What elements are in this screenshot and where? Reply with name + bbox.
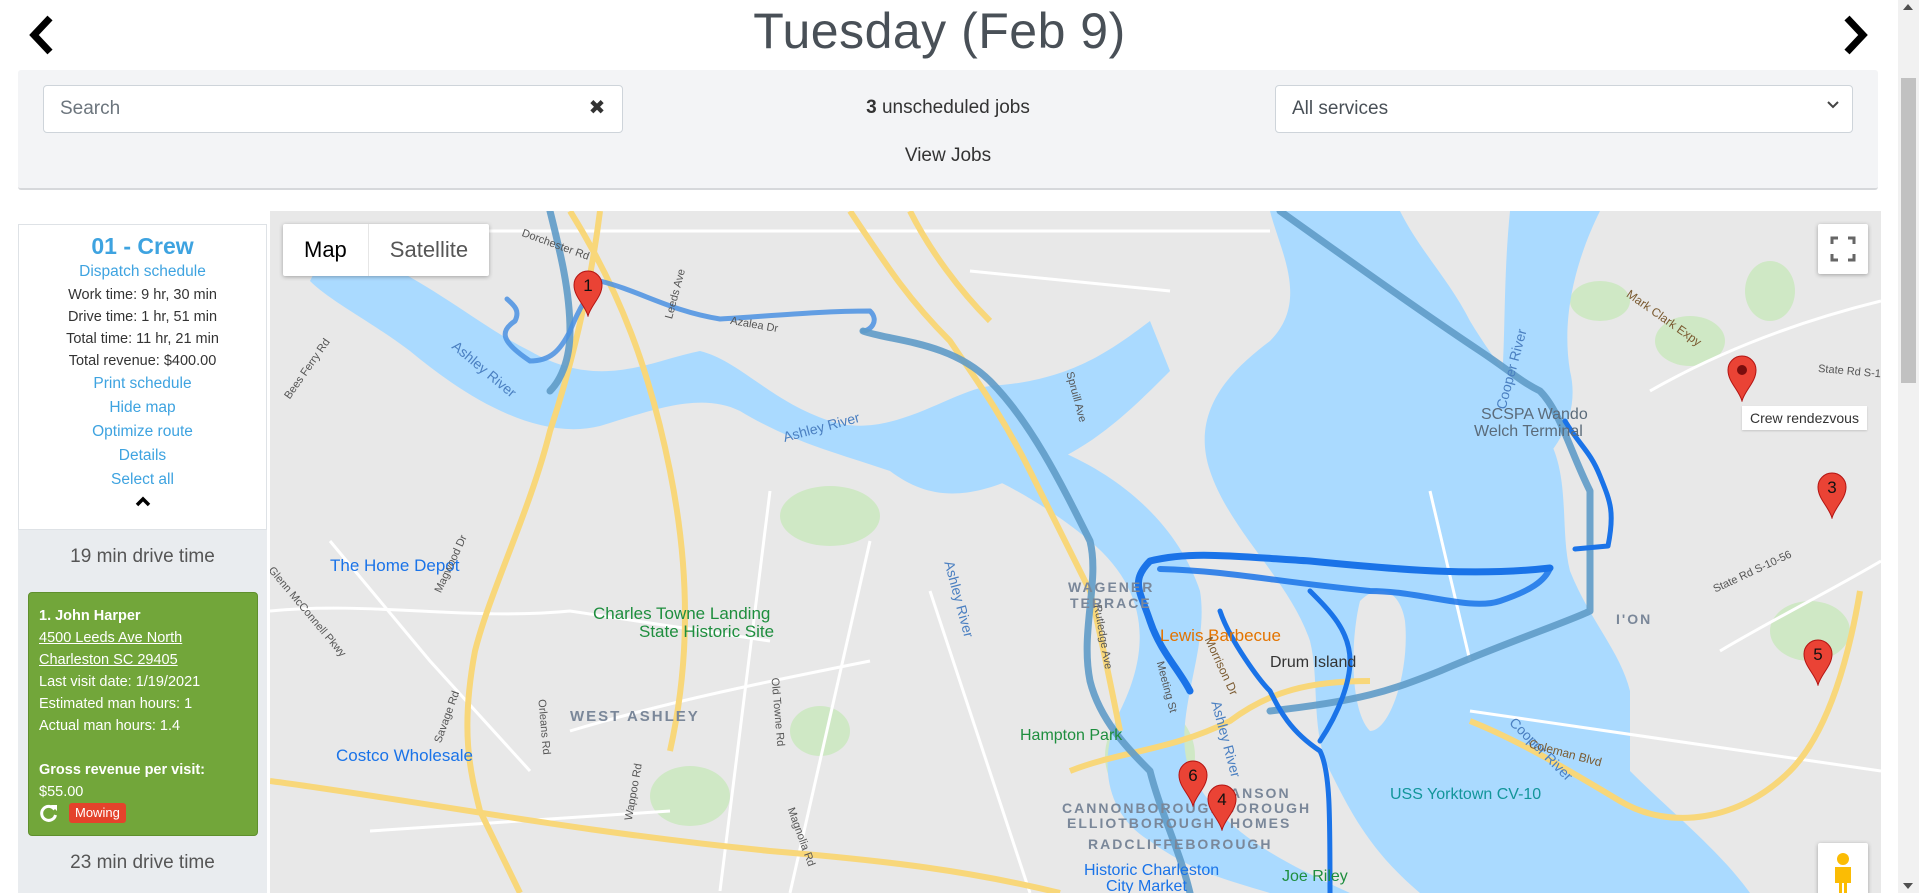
drive-time-after: 23 min drive time <box>70 852 215 873</box>
fullscreen-button[interactable] <box>1818 224 1868 274</box>
route-marker-3[interactable]: 3 <box>1816 471 1848 520</box>
dispatch-schedule-link[interactable]: Dispatch schedule <box>19 260 266 284</box>
crew-rendezvous-label: Crew rendezvous <box>1742 406 1867 430</box>
chevron-left-icon <box>29 15 53 55</box>
refresh-icon <box>40 804 57 822</box>
search-input[interactable] <box>44 86 596 132</box>
print-schedule-link[interactable]: Print schedule <box>19 372 266 396</box>
view-jobs-link[interactable]: View Jobs <box>638 145 1258 167</box>
route-map[interactable]: Ashley River Ashley River Ashley River A… <box>270 211 1881 893</box>
optimize-route-link[interactable]: Optimize route <box>19 420 266 444</box>
map-type-satellite-button[interactable]: Satellite <box>369 224 489 276</box>
street-view-pegman[interactable] <box>1818 843 1868 893</box>
fullscreen-icon <box>1830 236 1856 262</box>
map-label-scspa-1: SCSPA Wando <box>1481 406 1588 423</box>
route-marker-1[interactable]: 1 <box>572 269 604 318</box>
map-label-historic-market-2: City Market <box>1106 878 1187 893</box>
search-field: ✖ <box>43 85 623 133</box>
map-label-costco: Costco Wholesale <box>336 746 474 765</box>
route-marker-6[interactable]: 6 <box>1177 759 1209 808</box>
map-label-charles-towne-1: Charles Towne Landing <box>593 604 771 623</box>
map-type-control: Map Satellite <box>283 224 490 276</box>
crew-summary-card: 01 - Crew Dispatch schedule Work time: 9… <box>18 224 267 530</box>
close-x-icon[interactable]: ✖ <box>586 97 608 119</box>
map-base <box>270 211 1881 893</box>
scroll-down-arrow-icon[interactable] <box>1903 883 1913 889</box>
crew-rendezvous-marker[interactable] <box>1726 354 1758 403</box>
map-label-uss-yorktown: USS Yorktown CV-10 <box>1390 786 1542 803</box>
scrollbar-thumb[interactable] <box>1901 78 1916 383</box>
chevron-up-icon[interactable] <box>134 494 152 508</box>
map-label-ansonborough-1: ANSON <box>1230 785 1291 801</box>
map-label-drum-island: Drum Island <box>1270 654 1357 671</box>
page-scrollbar[interactable] <box>1898 0 1919 893</box>
chevron-down-icon <box>1827 101 1839 109</box>
job-address-line1[interactable]: 4500 Leeds Ave North <box>39 627 247 649</box>
unscheduled-label: unscheduled jobs <box>881 97 1030 118</box>
total-revenue: Total revenue: $400.00 <box>68 353 217 369</box>
unscheduled-jobs-summary: 3 unscheduled jobs <box>638 97 1258 119</box>
map-label-scspa-2: Welch Terminal <box>1474 423 1583 440</box>
last-visit-date: Last visit date: 1/19/2021 <box>39 674 201 690</box>
estimated-man-hours: Estimated man hours: 1 <box>39 696 193 712</box>
job-title: 1. John Harper <box>39 608 141 624</box>
unscheduled-count: 3 <box>866 97 877 118</box>
previous-day-button[interactable] <box>22 10 62 60</box>
chevron-right-icon <box>1844 15 1868 55</box>
map-label-elliotborough: ELLIOTBOROUGH <box>1067 815 1216 831</box>
crew-sidebar: 01 - Crew Dispatch schedule Work time: 9… <box>18 224 267 893</box>
select-all-link[interactable]: Select all <box>19 468 266 492</box>
details-link[interactable]: Details <box>19 444 266 468</box>
map-label-hampton-park: Hampton Park <box>1020 727 1123 744</box>
job-card[interactable]: 1. John Harper 4500 Leeds Ave North Char… <box>28 592 258 836</box>
map-label-ansonborough-3: HOMES <box>1230 815 1292 831</box>
crew-name[interactable]: 01 - Crew <box>19 233 266 260</box>
map-label-charles-towne-2: State Historic Site <box>639 622 775 641</box>
map-label-joe-riley: Joe Riley <box>1282 868 1348 885</box>
drive-time-before: 19 min drive time <box>70 546 215 567</box>
map-label-wagener-2: TERRACE <box>1070 595 1152 611</box>
page-title: Tuesday (Feb 9) <box>753 3 1126 59</box>
map-label-ion: I'ON <box>1616 611 1653 627</box>
route-marker-4[interactable]: 4 <box>1206 783 1238 832</box>
hide-map-link[interactable]: Hide map <box>19 396 266 420</box>
next-day-button[interactable] <box>1835 10 1875 60</box>
map-label-radcliffeborough: RADCLIFFEBOROUGH <box>1088 836 1273 852</box>
map-label-wagener-1: WAGENER <box>1068 579 1155 595</box>
pegman-icon <box>1835 853 1851 893</box>
gross-revenue-value: $55.00 <box>39 784 84 800</box>
service-filter-select[interactable]: All services <box>1275 85 1853 133</box>
map-label-west-ashley: WEST ASHLEY <box>570 708 700 725</box>
work-time: Work time: 9 hr, 30 min <box>68 287 217 303</box>
actual-man-hours: Actual man hours: 1.4 <box>39 718 181 734</box>
route-marker-5[interactable]: 5 <box>1802 638 1834 687</box>
map-label-lewis-bbq: Lewis Barbecue <box>1160 626 1281 645</box>
gross-revenue-label: Gross revenue per visit: <box>39 762 206 778</box>
map-type-map-button[interactable]: Map <box>283 224 369 276</box>
drive-time: Drive time: 1 hr, 51 min <box>67 309 218 325</box>
scroll-up-arrow-icon[interactable] <box>1903 4 1913 10</box>
service-badge: Mowing <box>69 803 126 823</box>
service-filter-value: All services <box>1292 98 1389 119</box>
total-time: Total time: 11 hr, 21 min <box>66 331 219 347</box>
filter-panel: ✖ 3 unscheduled jobs View Jobs All servi… <box>18 70 1878 190</box>
job-address-line2[interactable]: Charleston SC 29405 <box>39 649 247 671</box>
